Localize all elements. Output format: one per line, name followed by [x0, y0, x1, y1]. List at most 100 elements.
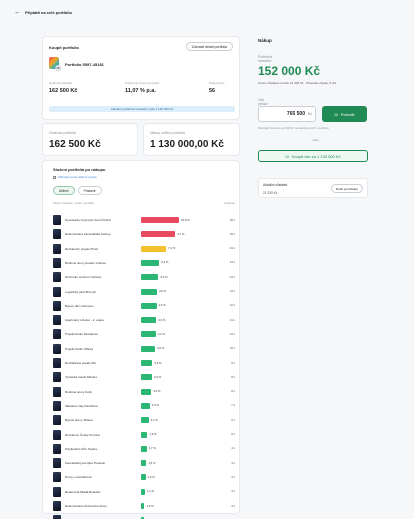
share-bar [141, 503, 145, 509]
table-row[interactable]: Kancelářský komplex Pankrác 1,5 % 4 k [53, 457, 235, 469]
investment-name: Rezidenční projekt Plzeň [65, 246, 99, 251]
table-row[interactable]: Apartmány Liberec - 2. etapa 4,3 % 11 k [53, 314, 235, 326]
table-row[interactable]: Skladové haly Pardubice 2,5 % 7 k [53, 400, 235, 412]
table-row[interactable]: Bytové domy Jihlava 2,2 % 6 k [53, 414, 235, 426]
value-label: Hodnota portfolia [49, 131, 76, 135]
table-row[interactable]: Rezidenční projekt Plzeň 7,1 % 19 k [53, 243, 235, 255]
investment-thumbnail [53, 343, 61, 354]
table-row[interactable]: Obchodní centrum Ostrava 5,0 % 13 k [53, 271, 235, 283]
table-row[interactable]: Rodinné domy Kolín 3,0 % 8 k [53, 386, 235, 398]
stat-label: Hodnota portfolia [49, 81, 72, 85]
investment-thumbnail [53, 329, 61, 340]
investment-value: 9 k [231, 360, 235, 365]
amount-label: Váš příkaz [258, 98, 268, 106]
investment-thumbnail [53, 257, 61, 268]
table-row[interactable]: Výstavba hotelu Mikulov 3,2 % 8 k [53, 371, 235, 383]
table-row[interactable]: Logistický park Brno-jih 4,6 % 12 k [53, 286, 235, 298]
total-subtext: Z toho zůstatek na účtu 21 330 Kč · Přev… [258, 81, 337, 85]
table-row[interactable]: Rodinné domy Hradec Králové 5,2 % 14 k [53, 257, 235, 269]
investment-thumbnail [53, 358, 61, 368]
stat-value: 11,07 % p.a. [125, 88, 156, 94]
holdings-tabs: Aktivní Prodané [53, 186, 102, 195]
investment-name: Rekonstrukce kancelářské budovy [65, 232, 111, 237]
investment-thumbnail [53, 400, 61, 411]
arrow-left-icon[interactable]: ← [14, 9, 21, 16]
investment-value: 4 k [231, 446, 235, 451]
share-percent: 3,2 % [154, 374, 162, 379]
investment-name: Apartmány Liberec - 2. etapa [65, 318, 104, 323]
top-up-button[interactable]: Dobít prostředky [330, 184, 363, 193]
cart-icon: ⛁ [334, 111, 338, 117]
table-row[interactable]: Domy u lesa Beroun 1,3 % 3 k [53, 471, 235, 483]
share-percent: 1,0 % [146, 503, 154, 508]
share-percent: 1,9 % [149, 432, 157, 436]
share-percent: 2,2 % [150, 417, 158, 422]
investment-thumbnail [53, 472, 61, 483]
share-percent: 1,1 % [146, 489, 154, 494]
cart-icon: ⛁ [285, 153, 289, 159]
portfolio-detail-button[interactable]: Zobrazit detail portfolia [185, 42, 233, 51]
table-row[interactable]: Projekt Karlín Residence 4,2 % 11 k [53, 328, 235, 340]
stat-label: Průměrný výnos na pozici [125, 81, 160, 85]
table-row[interactable]: Developerský projekt Kladno0,8 %2 k [53, 514, 235, 519]
amount-input[interactable]: 765 500 Kč [258, 106, 316, 122]
account-value: 21 330 Kč [263, 191, 278, 195]
share-percent: 4,0 % [157, 346, 165, 351]
tab-sold[interactable]: Prodané [77, 186, 102, 195]
investment-value: 3 k [231, 474, 235, 479]
portfolio-summary-card: Koupit portfolio Zobrazit detail portfol… [42, 36, 240, 120]
table-row[interactable]: Retail park Mladá Boleslav 1,1 % 3 k [53, 486, 235, 498]
investment-value: 5 k [231, 432, 235, 436]
investment-thumbnail [53, 486, 61, 497]
investment-value: 12 k [229, 303, 235, 308]
table-row[interactable]: Rezidence Český Krumlov 1,9 % 5 k [53, 429, 235, 441]
share-percent: 7,1 % [168, 246, 176, 251]
investment-thumbnail [53, 415, 61, 426]
table-row[interactable]: Revitalizace areálu Zlín 3,3 % 9 k [53, 357, 235, 369]
column-name-header: Název investice / podíl v portfoliu [53, 201, 94, 205]
investment-name: Obchodní centrum Ostrava [65, 275, 102, 280]
share-bar [141, 431, 148, 438]
investment-value: 19 k [229, 246, 235, 251]
checkbox-icon[interactable] [53, 175, 56, 179]
investment-name: Polyfunkční dům Teplice [65, 446, 98, 451]
table-row[interactable]: Projekt Karlín Offices 4,0 % 10 k [53, 343, 235, 355]
share-percent: 9,7 % [177, 231, 185, 236]
portfolio-value-card: Hodnota portfolia 162 500 Kč [42, 123, 138, 156]
share-percent: 4,3 % [158, 317, 166, 322]
investment-name: Projekt Karlín Residence [65, 332, 99, 337]
table-row[interactable]: Bytový dům Olomouc 4,5 % 12 k [53, 300, 235, 312]
share-bar [141, 374, 153, 381]
table-row[interactable]: Novostavby bytových domů Praha 10,8 % 29 k [53, 214, 235, 226]
share-bar [141, 331, 156, 338]
investment-value: 29 k [229, 217, 235, 222]
table-row[interactable]: Rekonstrukce činžovního domu 1,0 % 3 k [53, 500, 235, 512]
investment-thumbnail [53, 501, 61, 511]
investment-value: 3 k [231, 489, 235, 494]
share-bar [141, 474, 146, 481]
stat-value: 162 500 Kč [49, 88, 78, 94]
share-percent: 3,3 % [154, 360, 162, 365]
investment-value: 14 k [229, 260, 235, 265]
share-percent: 10,8 % [181, 217, 190, 222]
buy-all-button[interactable]: ⛁ Koupit vše za 1 130 000 Kč [258, 150, 368, 162]
investment-thumbnail [53, 443, 61, 454]
table-row[interactable]: Polyfunkční dům Teplice 1,7 % 4 k [53, 443, 235, 455]
investment-value: 3 k [231, 503, 235, 508]
purchase-total-card: Nákup celého portfolia 1 130 000,00 Kč [143, 123, 240, 156]
share-bar [141, 445, 147, 452]
investment-name: Výstavba hotelu Mikulov [65, 375, 98, 380]
investment-thumbnail [53, 243, 61, 254]
portfolio-name: Portfolio 5597-45181 [65, 62, 104, 67]
investment-value: 11 k [229, 331, 235, 336]
account-balance-card: Aktuální zůstatek 21 330 Kč Dobít prostř… [258, 178, 368, 198]
table-row[interactable]: Rekonstrukce kancelářské budovy 9,7 % 26 k [53, 228, 235, 240]
confirm-button[interactable]: ⛁ Potvrdit [322, 106, 367, 122]
active-only-toggle[interactable]: Zobrazit pouze aktivní pozice [53, 175, 97, 179]
top-bar: ← Připlatit na celé portfolio [0, 0, 414, 24]
active-only-label: Zobrazit pouze aktivní pozice [58, 175, 97, 179]
share-bar [141, 317, 157, 324]
account-title: Aktuální zůstatek [263, 183, 288, 187]
currency-label: Kč [307, 112, 312, 116]
tab-active[interactable]: Aktivní [53, 186, 75, 195]
